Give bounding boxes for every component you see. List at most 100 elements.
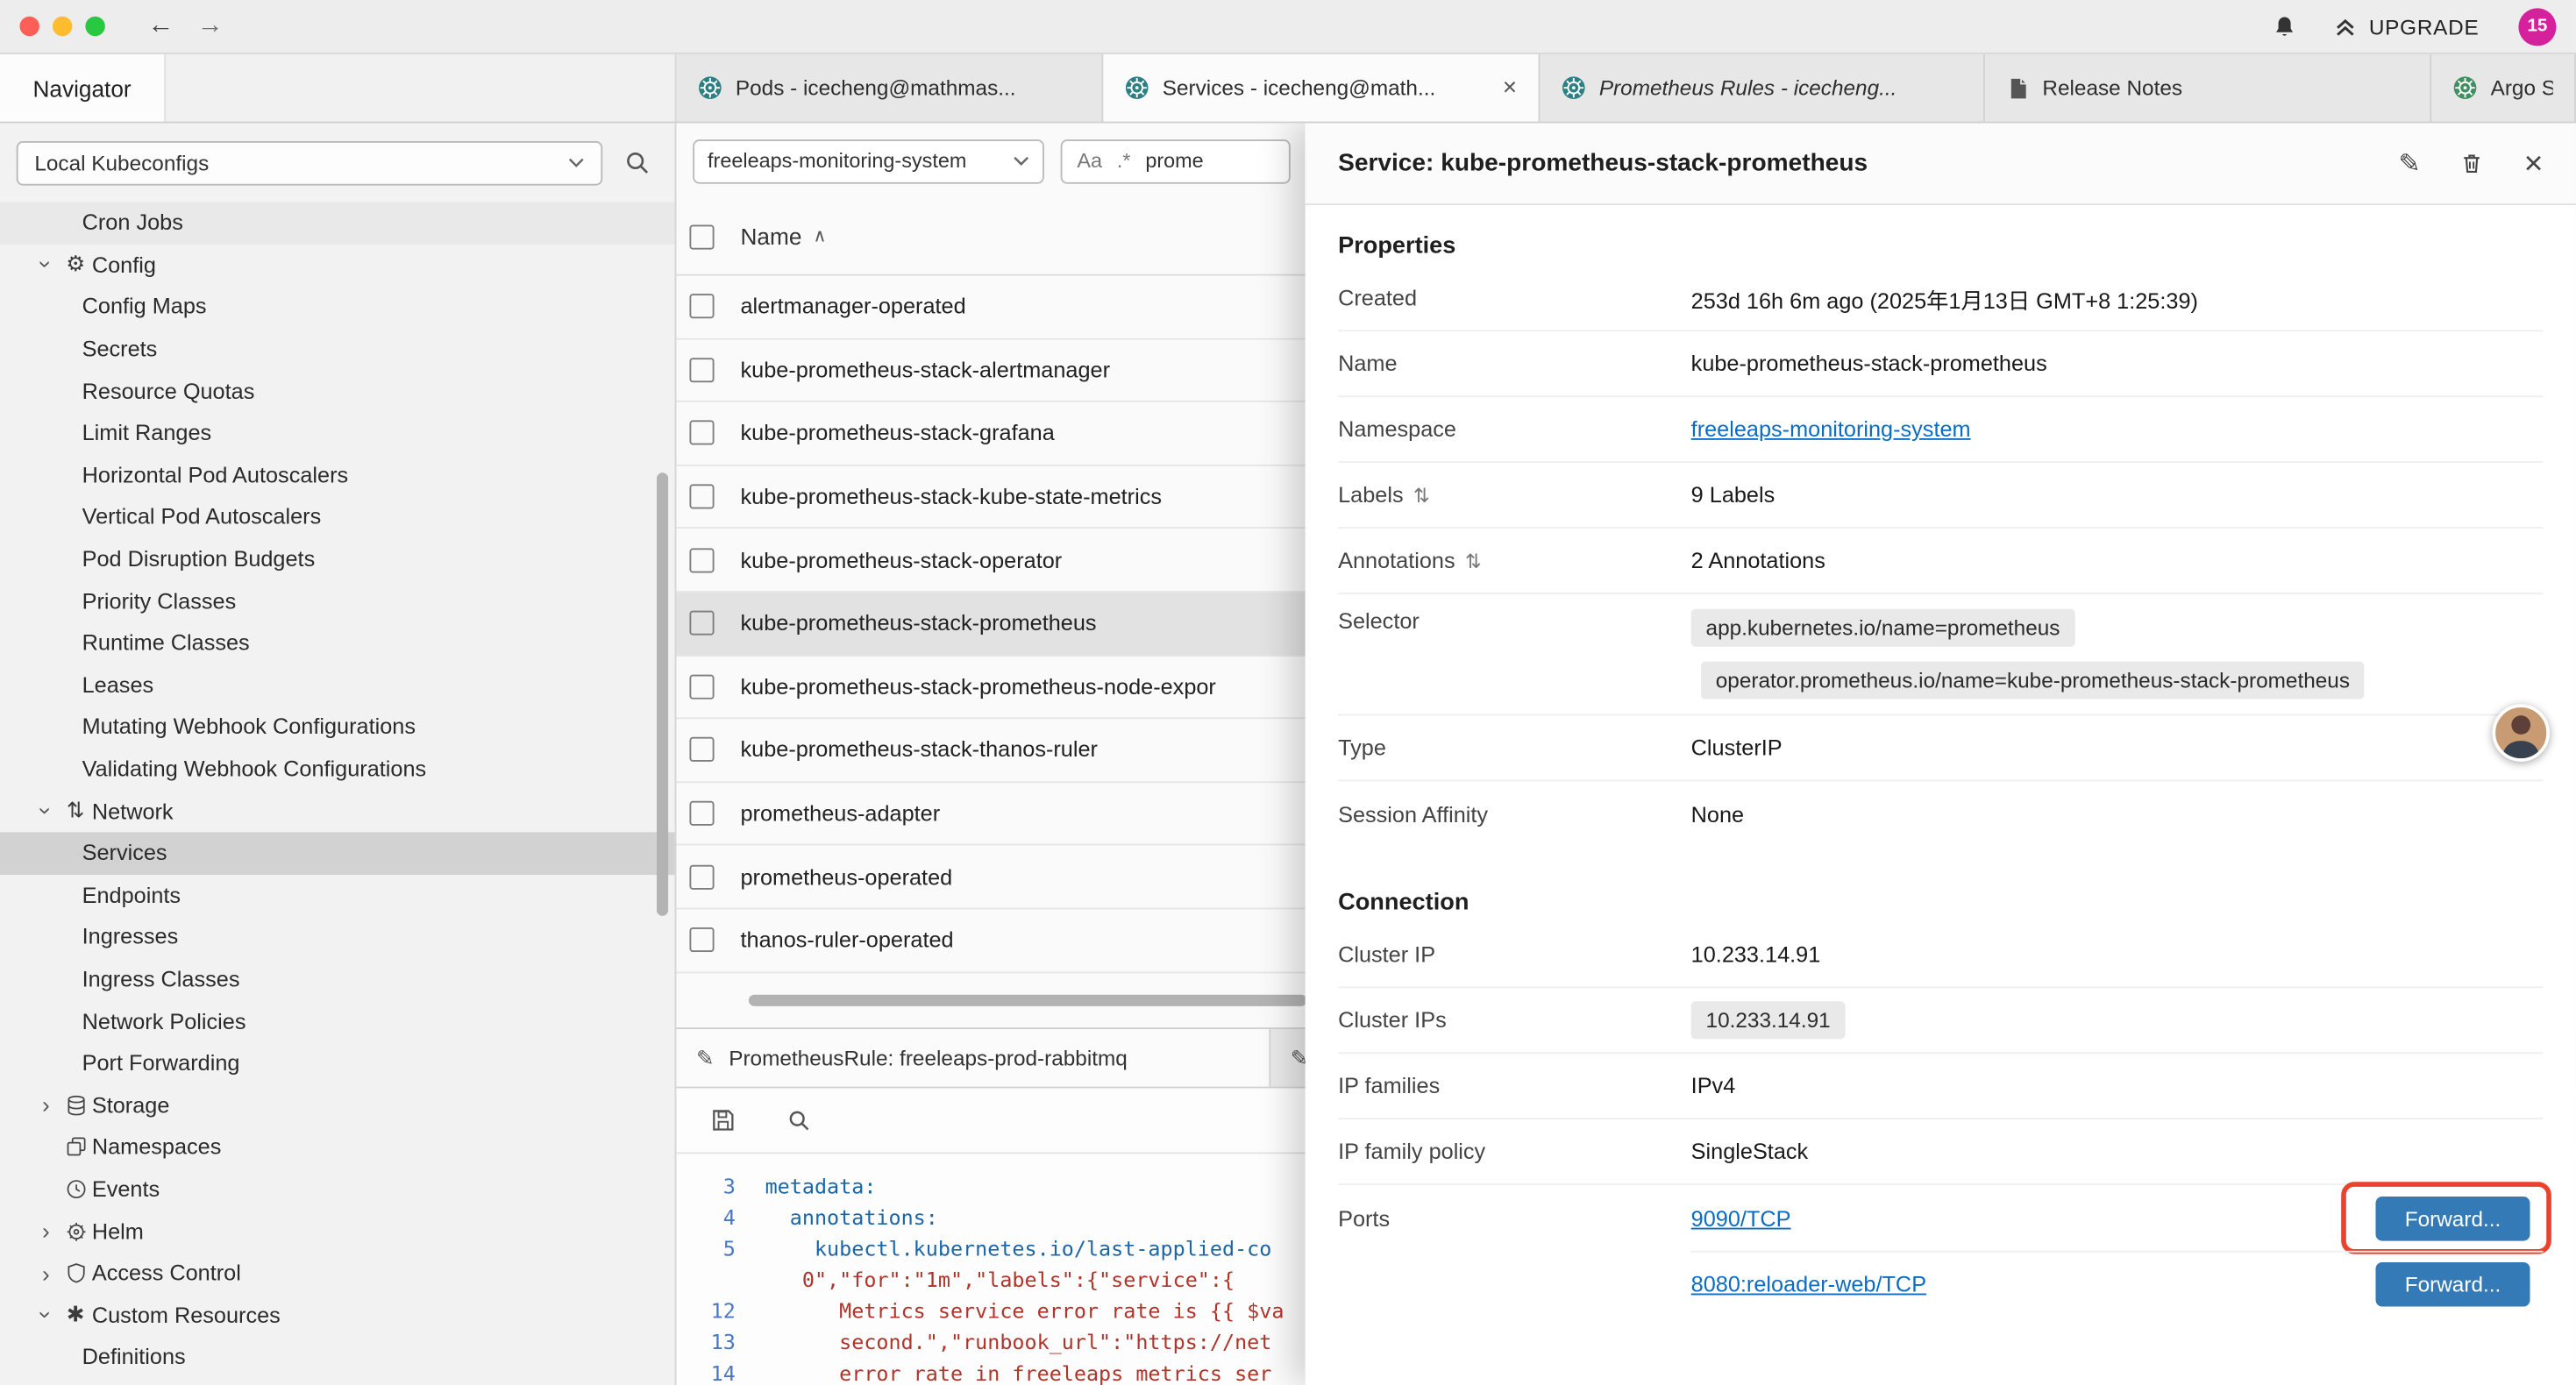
table-row[interactable]: kube-prometheus-stack-kube-state-metrics [676,465,1306,529]
sidebar-item-validating-webhook-configurations[interactable]: Validating Webhook Configurations [0,748,675,790]
table-row-selected[interactable]: kube-prometheus-stack-prometheus [676,593,1306,656]
sidebar-item-label: Network [92,799,174,823]
table-row[interactable]: alertmanager-operated [676,276,1306,339]
helm-icon [59,1220,91,1241]
port-link[interactable]: 8080:reloader-web/TCP [1691,1272,1926,1296]
sidebar-item-priority-classes[interactable]: Priority Classes [0,580,675,622]
row-checkbox[interactable] [689,548,714,572]
forward-button[interactable]: Forward... [2376,1196,2530,1240]
sidebar-item-mutating-webhook-configurations[interactable]: Mutating Webhook Configurations [0,706,675,748]
sidebar-item-leases[interactable]: Leases [0,664,675,706]
expand-updown-icon[interactable]: ⇅ [1465,549,1482,572]
sidebar-item-access-control[interactable]: › Access Control [0,1252,675,1294]
edit-icon[interactable]: ✎ [2399,147,2421,180]
select-all-checkbox[interactable] [689,224,714,249]
row-checkbox[interactable] [689,611,714,636]
row-checkbox[interactable] [689,927,714,952]
table-row[interactable]: prometheus-operated [676,846,1306,909]
sidebar-item-services[interactable]: Services [0,832,675,874]
row-checkbox[interactable] [689,738,714,763]
row-checkbox[interactable] [689,358,714,382]
code-line: Metrics service error rate is {{ $va [745,1295,1284,1326]
notification-count-badge[interactable]: 15 [2518,7,2556,45]
namespace-link[interactable]: freeleaps-monitoring-system [1691,417,1971,442]
sidebar-item-ingress-classes[interactable]: Ingress Classes [0,958,675,1000]
sidebar-item-config[interactable]: › ⚙ Config [0,244,675,286]
avatar[interactable] [2492,704,2550,762]
sidebar-scrollbar[interactable] [657,472,668,916]
table-row[interactable]: kube-prometheus-stack-thanos-ruler [676,719,1306,782]
namespace-select[interactable]: freeleaps-monitoring-system [693,138,1044,183]
chevron-down-icon[interactable]: › [32,798,59,824]
sidebar-item-secrets[interactable]: Secrets [0,328,675,370]
match-case-toggle[interactable]: Aa [1077,149,1102,172]
editor-tab-prometheusrule[interactable]: ✎ PrometheusRule: freeleaps-prod-rabbitm… [676,1029,1270,1087]
sidebar-item-storage[interactable]: › Storage [0,1084,675,1126]
kubeconfig-select[interactable]: Local Kubeconfigs [17,140,602,185]
tab-services[interactable]: Services - icecheng@math... × [1103,54,1540,122]
tab-argo[interactable]: Argo Se [2431,54,2576,122]
close-window-button[interactable] [19,17,39,36]
upgrade-button[interactable]: UPGRADE [2333,14,2480,39]
delete-icon[interactable] [2460,151,2485,175]
chevron-right-icon[interactable]: › [32,1218,59,1244]
sidebar-item-cron-jobs[interactable]: Cron Jobs [0,202,675,244]
chevron-down-icon[interactable]: › [32,252,59,278]
tab-pods[interactable]: Pods - icecheng@mathmas... [676,54,1103,122]
row-checkbox[interactable] [689,674,714,699]
table-row[interactable]: thanos-ruler-operated [676,909,1306,972]
name-column-header[interactable]: Name ∧ [740,224,826,250]
close-icon[interactable]: × [2524,147,2544,180]
sidebar-item-definitions[interactable]: Definitions [0,1336,675,1378]
sidebar-item-helm[interactable]: › Helm [0,1211,675,1253]
close-icon[interactable]: × [1503,74,1517,102]
sidebar-item-namespaces[interactable]: Namespaces [0,1126,675,1168]
sidebar-item-resource-quotas[interactable]: Resource Quotas [0,370,675,412]
expand-updown-icon[interactable]: ⇅ [1413,483,1430,506]
sidebar-item-endpoints[interactable]: Endpoints [0,874,675,916]
sidebar-item-limit-ranges[interactable]: Limit Ranges [0,412,675,454]
navigator-tab[interactable]: Navigator [0,54,166,122]
search-icon[interactable] [616,141,658,184]
sidebar-item-network-policies[interactable]: Network Policies [0,1000,675,1042]
horizontal-scrollbar[interactable] [749,995,1307,1006]
sidebar-item-events[interactable]: Events [0,1168,675,1211]
chevron-right-icon[interactable]: › [32,1092,59,1119]
sidebar-item-custom-resources[interactable]: › ✱ Custom Resources [0,1294,675,1336]
sidebar-item-runtime-classes[interactable]: Runtime Classes [0,622,675,664]
row-checkbox[interactable] [689,864,714,889]
tab-prometheus-rules[interactable]: Prometheus Rules - icecheng... [1540,54,1984,122]
table-row[interactable]: kube-prometheus-stack-operator [676,529,1306,593]
save-icon[interactable] [701,1099,744,1142]
minimize-window-button[interactable] [53,17,72,36]
maximize-window-button[interactable] [85,17,104,36]
regex-toggle[interactable]: .* [1117,149,1131,172]
property-value: kube-prometheus-stack-prometheus [1691,352,2047,376]
sidebar-item-horizontal-pod-autoscalers[interactable]: Horizontal Pod Autoscalers [0,454,675,496]
chevron-down-icon[interactable]: › [32,1302,59,1328]
back-icon[interactable]: ← [148,13,174,39]
search-icon[interactable] [777,1099,820,1142]
row-checkbox[interactable] [689,295,714,319]
search-input[interactable]: Aa .* prome [1061,138,1291,183]
row-checkbox[interactable] [689,485,714,509]
sidebar-item-port-forwarding[interactable]: Port Forwarding [0,1042,675,1084]
port-link[interactable]: 9090/TCP [1691,1205,1791,1230]
forward-icon[interactable]: → [197,13,224,39]
chevron-right-icon[interactable]: › [32,1260,59,1286]
sidebar-item-config-maps[interactable]: Config Maps [0,286,675,328]
table-row[interactable]: kube-prometheus-stack-prometheus-node-ex… [676,656,1306,719]
property-value: SingleStack [1691,1140,1809,1164]
sidebar-item-vertical-pod-autoscalers[interactable]: Vertical Pod Autoscalers [0,496,675,538]
table-row[interactable]: prometheus-adapter [676,783,1306,846]
notifications-bell-icon[interactable] [2272,14,2296,39]
table-row[interactable]: kube-prometheus-stack-grafana [676,402,1306,465]
forward-button[interactable]: Forward... [2376,1262,2530,1307]
sidebar-item-ingresses[interactable]: Ingresses [0,916,675,958]
row-checkbox[interactable] [689,421,714,445]
row-checkbox[interactable] [689,801,714,826]
sidebar-item-pod-disruption-budgets[interactable]: Pod Disruption Budgets [0,538,675,580]
table-row[interactable]: kube-prometheus-stack-alertmanager [676,339,1306,402]
sidebar-item-network[interactable]: › ⇅ Network [0,790,675,832]
tab-release-notes[interactable]: Release Notes [1985,54,2431,122]
